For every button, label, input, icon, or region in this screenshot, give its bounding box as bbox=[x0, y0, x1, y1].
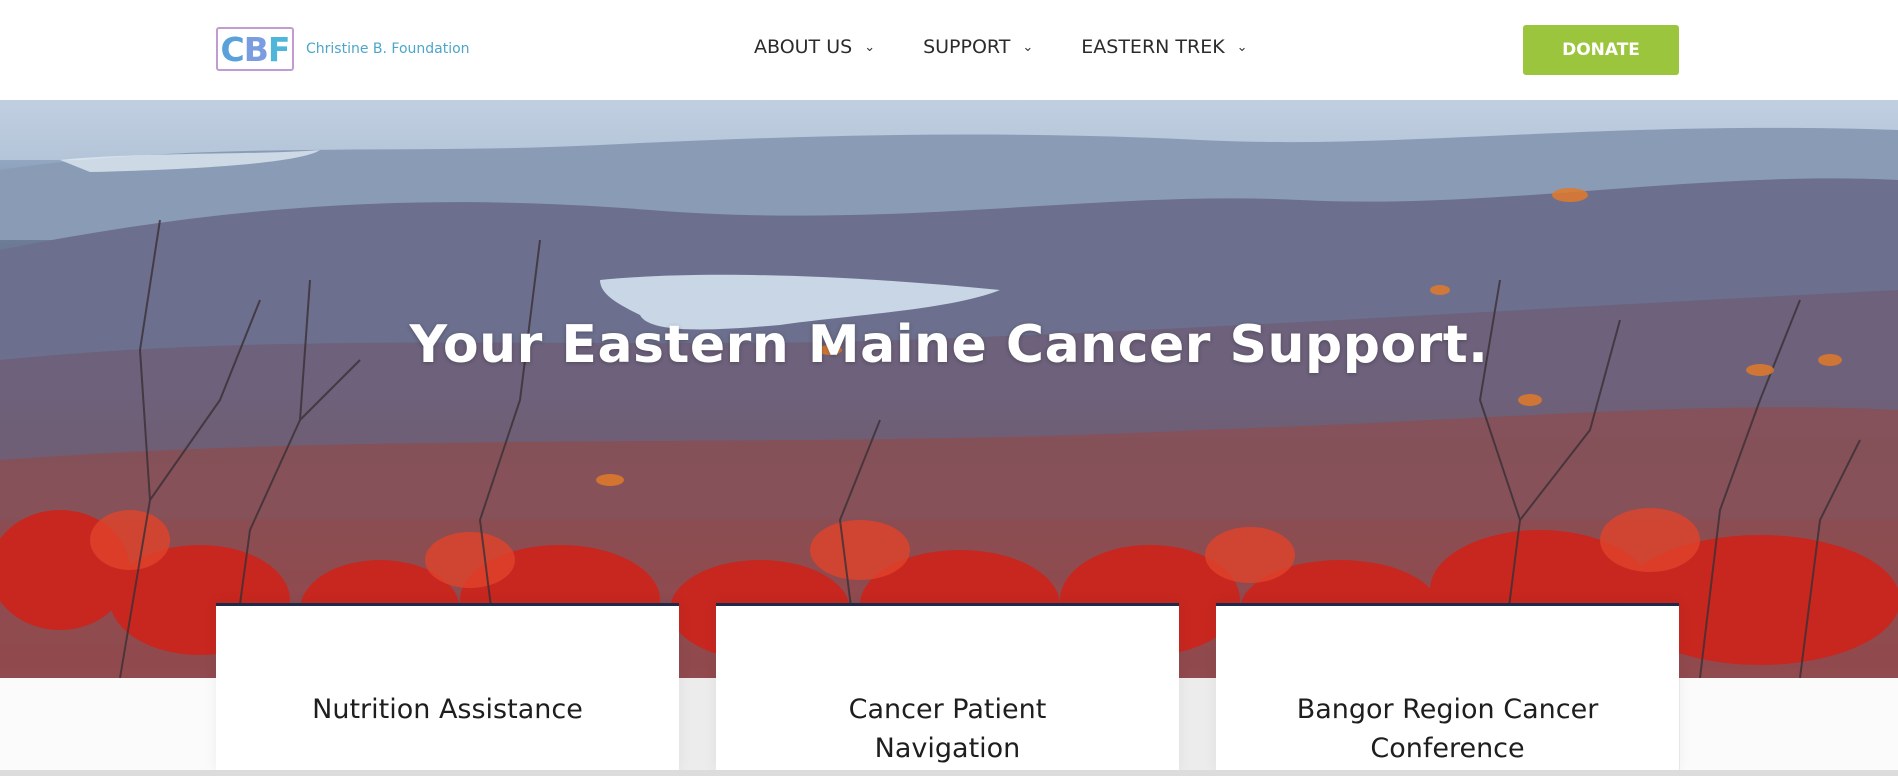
band-left-strip bbox=[0, 678, 216, 770]
main-nav: ABOUT US ⌄ SUPPORT ⌄ EASTERN TREK ⌄ bbox=[754, 36, 1296, 58]
nav-item-support[interactable]: SUPPORT ⌄ bbox=[923, 36, 1033, 58]
site-header: C B F Christine B. Foundation ABOUT US ⌄… bbox=[0, 0, 1898, 100]
logo-text: Christine B. Foundation bbox=[306, 41, 470, 57]
chevron-down-icon: ⌄ bbox=[864, 39, 876, 55]
card-nutrition-assistance[interactable]: Nutrition Assistance bbox=[216, 603, 679, 771]
logo-letter-f: F bbox=[267, 29, 291, 69]
hero-landscape-image bbox=[0, 100, 1898, 678]
hero-banner: Your Eastern Maine Cancer Support. bbox=[0, 100, 1898, 678]
logo[interactable]: C B F Christine B. Foundation bbox=[216, 27, 470, 71]
band-right-strip bbox=[1680, 678, 1898, 770]
logo-letter-b: B bbox=[243, 29, 269, 69]
bottom-divider bbox=[0, 770, 1898, 776]
chevron-down-icon: ⌄ bbox=[1022, 39, 1034, 55]
hero-title: Your Eastern Maine Cancer Support. bbox=[409, 314, 1489, 375]
card-title: Nutrition Assistance bbox=[312, 694, 583, 725]
nav-item-label: EASTERN TREK bbox=[1081, 36, 1225, 58]
nav-item-label: ABOUT US bbox=[754, 36, 853, 58]
logo-letter-c: C bbox=[220, 29, 245, 69]
card-bangor-region-cancer-conference[interactable]: Bangor Region Cancer Conference bbox=[1216, 603, 1679, 771]
card-title: Cancer Patient Navigation bbox=[848, 694, 1047, 764]
card-cancer-patient-navigation[interactable]: Cancer Patient Navigation bbox=[716, 603, 1179, 771]
card-title: Bangor Region Cancer Conference bbox=[1296, 694, 1599, 764]
nav-item-eastern-trek[interactable]: EASTERN TREK ⌄ bbox=[1081, 36, 1247, 58]
logo-mark: C B F bbox=[216, 27, 294, 71]
nav-item-about-us[interactable]: ABOUT US ⌄ bbox=[754, 36, 875, 58]
nav-item-label: SUPPORT bbox=[923, 36, 1011, 58]
chevron-down-icon: ⌄ bbox=[1236, 39, 1248, 55]
donate-button[interactable]: DONATE bbox=[1523, 25, 1679, 75]
